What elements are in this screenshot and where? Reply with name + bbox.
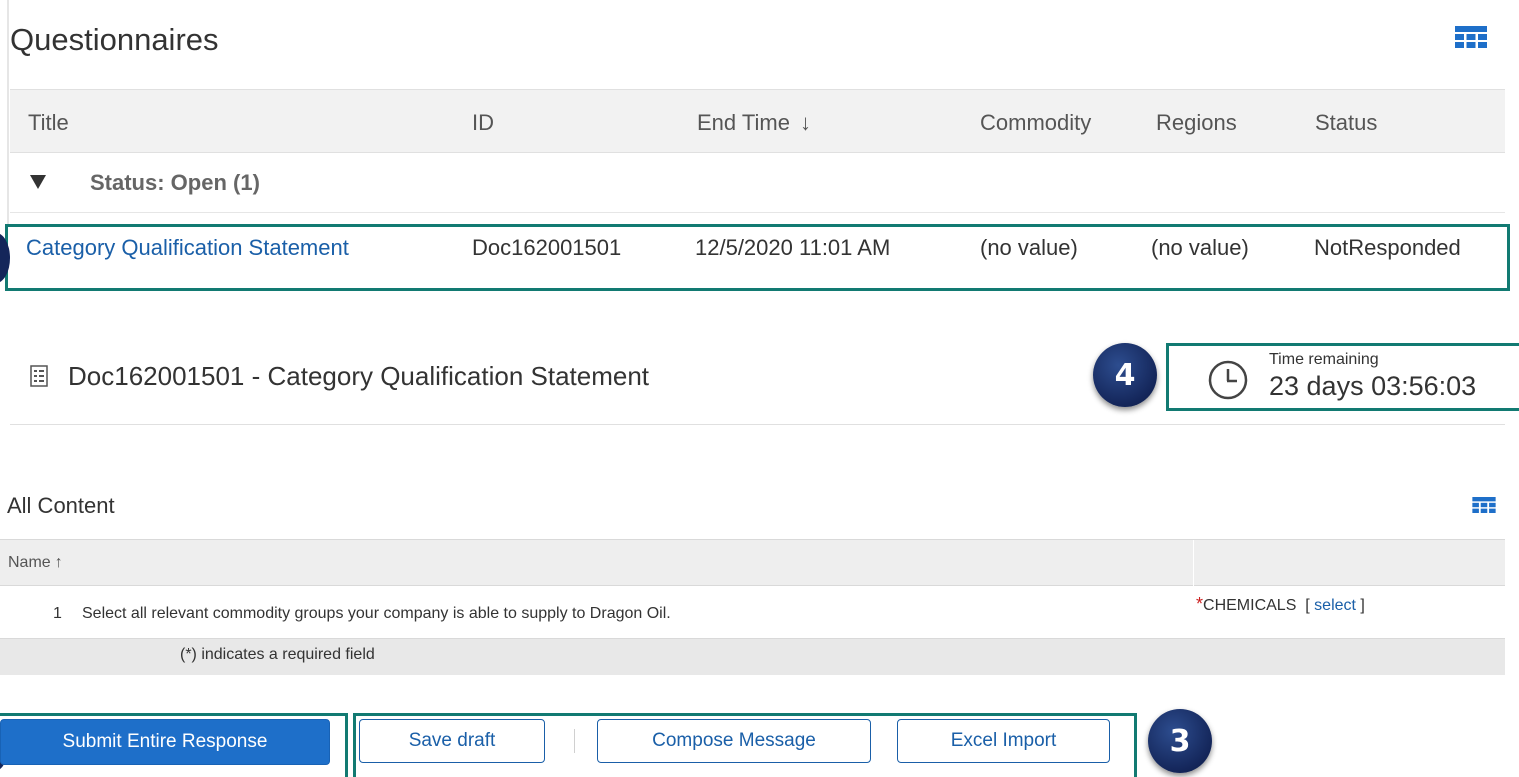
content-table-header: Name ↑ <box>0 539 1505 586</box>
select-open-bracket: [ <box>1305 597 1310 614</box>
column-header-end-time-label: End Time <box>697 110 790 135</box>
highlight-box-actions <box>353 713 1137 777</box>
arrow-up-icon: ↑ <box>54 554 63 571</box>
question-number: 1 <box>53 605 62 622</box>
content-table-options-grid-icon[interactable] <box>1472 497 1496 513</box>
callout-badge-4: 4 <box>1093 343 1157 407</box>
required-marker: * <box>1196 594 1204 614</box>
content-item-row: 1 Select all relevant commodity groups y… <box>0 586 1505 639</box>
table-options-grid-icon[interactable] <box>1455 26 1487 48</box>
group-row-status-open[interactable]: Status: Open (1) <box>10 153 1505 213</box>
time-remaining-label: Time remaining <box>1269 351 1379 368</box>
time-remaining-value: 23 days 03:56:03 <box>1269 371 1477 401</box>
column-header-end-time[interactable]: End Time ↓ <box>697 110 811 136</box>
column-header-name[interactable]: Name ↑ <box>8 554 63 572</box>
document-list-icon <box>30 365 48 387</box>
highlight-box-submit <box>0 713 348 777</box>
column-header-title[interactable]: Title <box>28 110 69 136</box>
answer-cell: *CHEMICALS [ select ] <box>1196 594 1365 615</box>
section-left-border <box>7 0 9 225</box>
highlight-box-row <box>5 224 1510 291</box>
content-table-footer: (*) indicates a required field <box>0 639 1505 675</box>
required-field-note: (*) indicates a required field <box>180 646 375 663</box>
all-content-title: All Content <box>7 493 115 518</box>
group-label: Status: Open (1) <box>90 170 260 195</box>
column-header-commodity[interactable]: Commodity <box>980 110 1091 136</box>
document-title: Doc162001501 - Category Qualification St… <box>68 361 650 391</box>
questionnaires-table-header: Title ID End Time ↓ Commodity Regions Sta… <box>10 89 1505 153</box>
column-header-status[interactable]: Status <box>1315 110 1377 136</box>
callout-badge-3: 3 <box>1148 709 1212 773</box>
column-header-name-label: Name <box>8 554 51 571</box>
divider <box>10 424 1505 425</box>
questionnaires-title: Questionnaires <box>10 22 219 57</box>
select-link[interactable]: select <box>1314 597 1356 614</box>
clock-icon <box>1208 360 1248 400</box>
answer-value: CHEMICALS <box>1203 597 1297 614</box>
arrow-down-icon: ↓ <box>799 110 811 135</box>
column-header-regions[interactable]: Regions <box>1156 110 1237 136</box>
header-column-divider <box>1193 540 1194 586</box>
question-text: Select all relevant commodity groups you… <box>82 605 671 622</box>
select-close-bracket: ] <box>1360 597 1365 614</box>
caret-down-icon[interactable] <box>30 175 46 189</box>
column-header-id[interactable]: ID <box>472 110 494 136</box>
